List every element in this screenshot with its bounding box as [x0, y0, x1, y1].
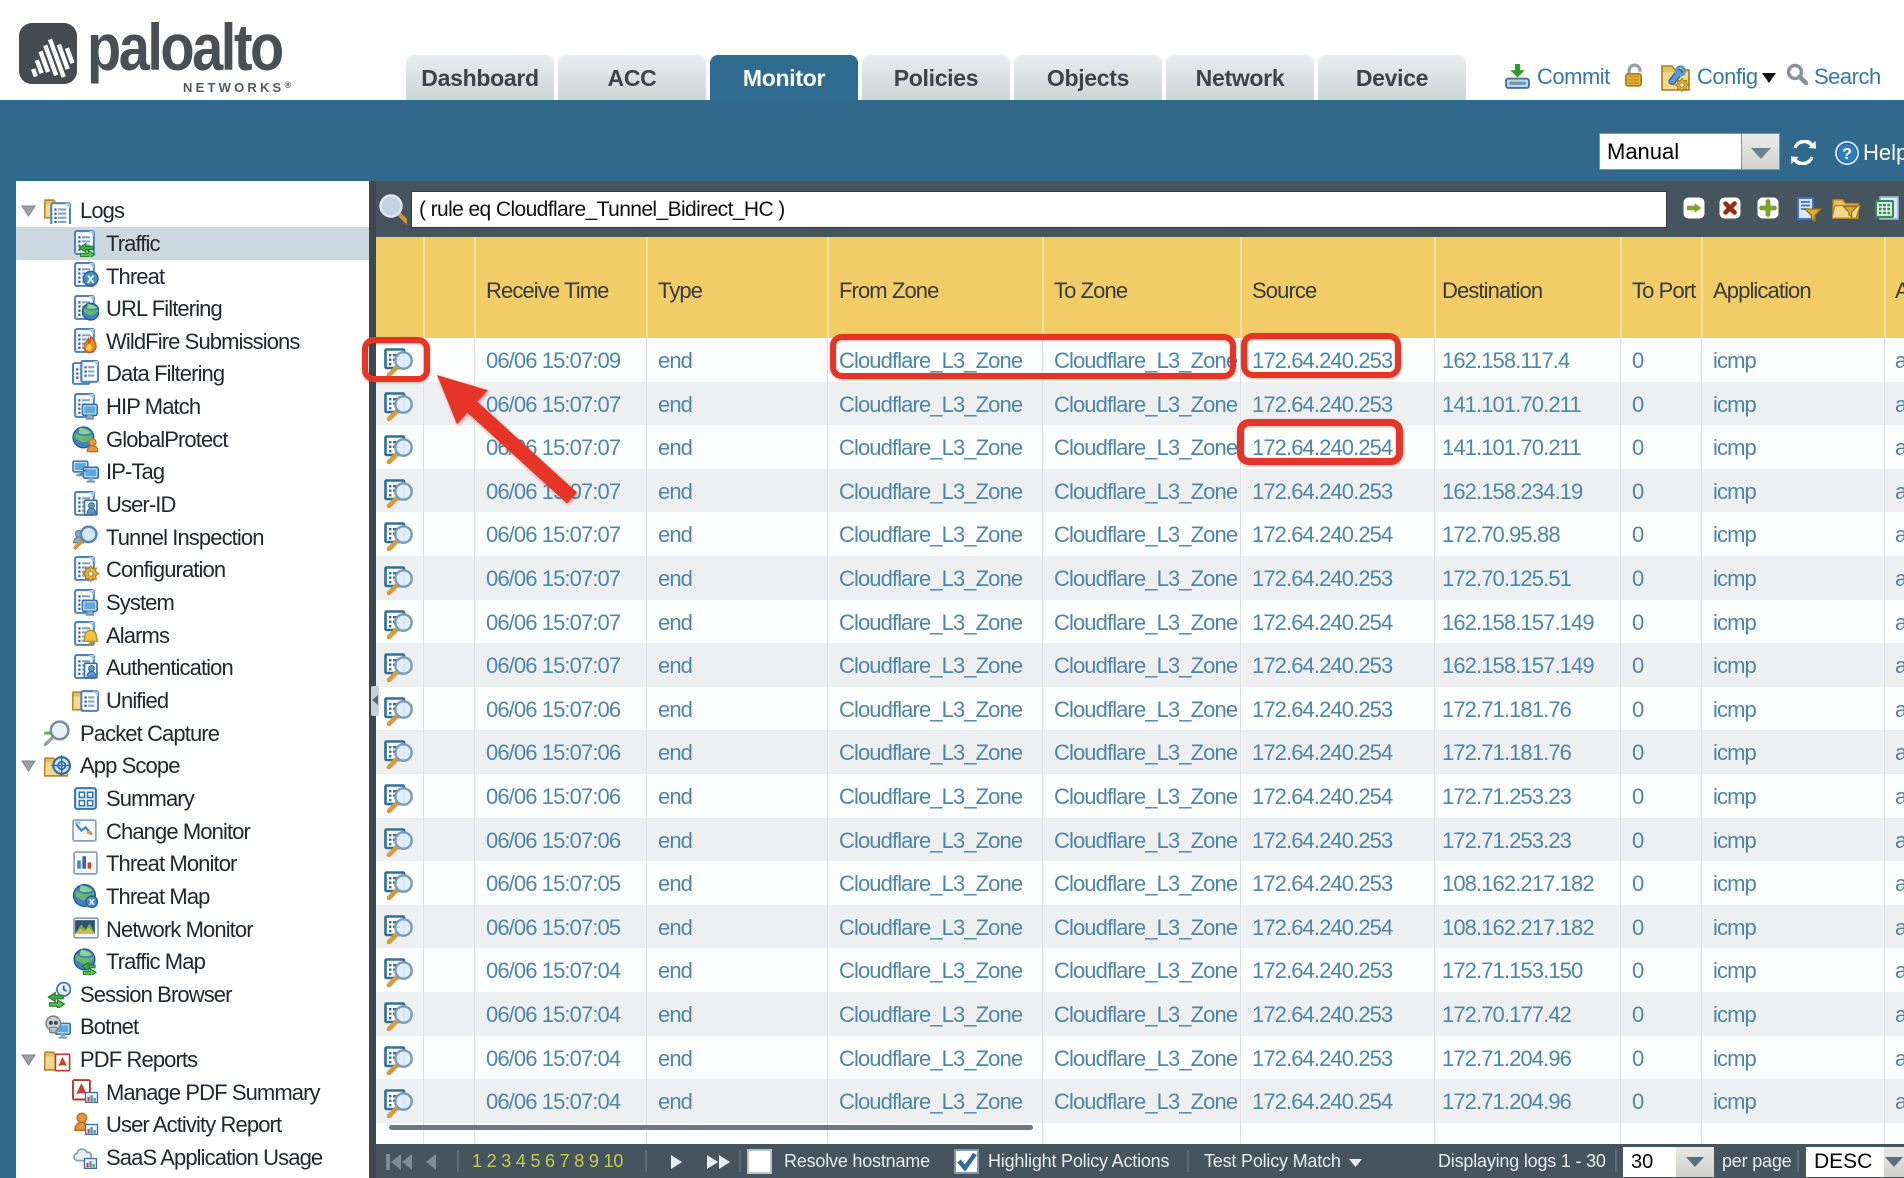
svg-text:x: x: [89, 896, 95, 908]
svg-text:x: x: [87, 270, 95, 286]
svg-text:?: ?: [1842, 146, 1852, 163]
